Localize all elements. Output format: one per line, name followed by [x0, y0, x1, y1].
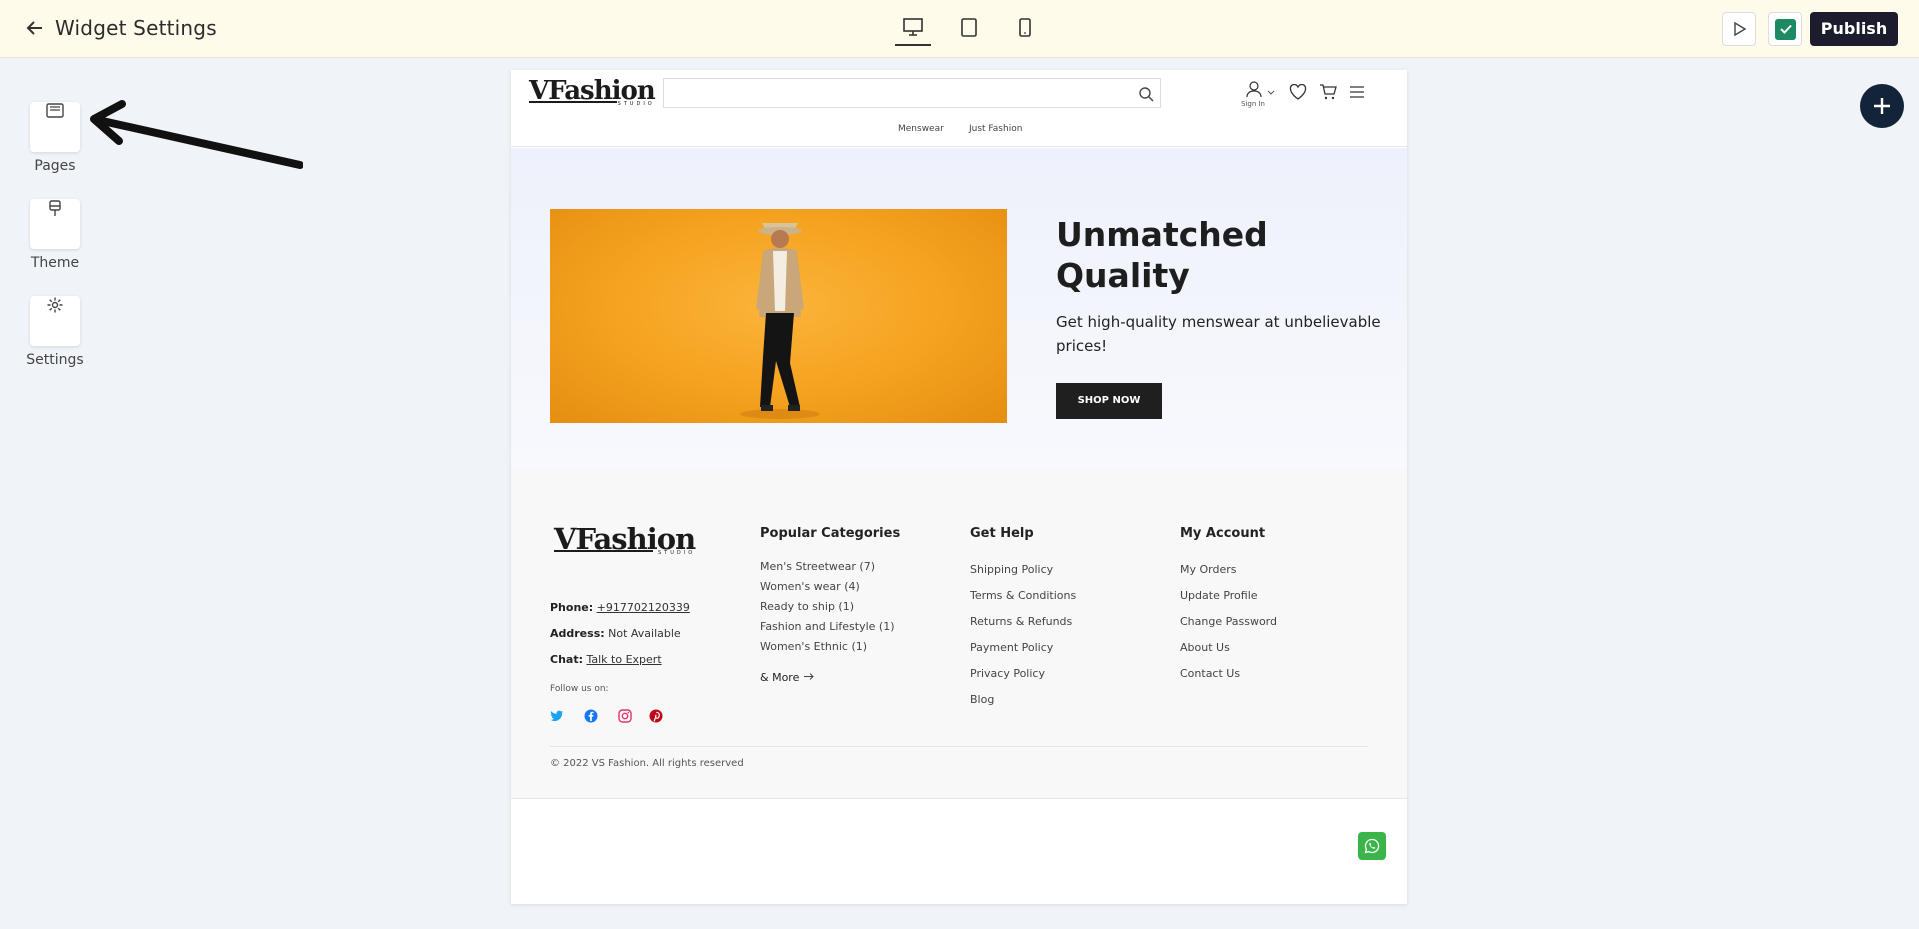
site-logo[interactable]: VFashion STUDIO [529, 78, 656, 107]
twitter-icon[interactable] [550, 709, 564, 723]
footer-link[interactable]: Women's wear (4) [760, 580, 860, 593]
annotation-arrow-icon [90, 100, 303, 169]
footer-col-title-help: Get Help [970, 526, 1034, 541]
site-preview: VFashion STUDIO Sign In Menswear Just Fa… [511, 70, 1407, 904]
hero-image [550, 209, 1007, 423]
footer-link[interactable]: Privacy Policy [970, 667, 1045, 680]
footer-link[interactable]: Terms & Conditions [970, 589, 1076, 602]
check-icon [1775, 19, 1796, 40]
footer-link[interactable]: Blog [970, 693, 994, 706]
arrow-right-icon [803, 673, 814, 680]
footer-col-title-categories: Popular Categories [760, 526, 901, 541]
hero-title: Unmatched Quality [1056, 215, 1268, 295]
search-icon [1139, 87, 1154, 102]
rail-label-theme: Theme [30, 255, 80, 271]
footer-bottom-divider [511, 798, 1407, 799]
nav-menswear[interactable]: Menswear [898, 124, 944, 134]
add-widget-button[interactable] [1860, 84, 1904, 128]
site-header: VFashion STUDIO Sign In Menswear Just Fa… [511, 70, 1407, 147]
whatsapp-icon [1364, 838, 1380, 854]
footer-link[interactable]: Payment Policy [970, 641, 1053, 654]
desktop-view-button[interactable] [895, 14, 931, 46]
footer-link[interactable]: My Orders [1180, 563, 1237, 576]
plus-icon [1874, 98, 1890, 114]
whatsapp-button[interactable] [1358, 832, 1386, 860]
footer-link[interactable]: About Us [1180, 641, 1230, 654]
mobile-view-button[interactable] [1007, 14, 1043, 46]
footer-link[interactable]: Men's Streetwear (7) [760, 560, 875, 573]
rail-item-pages[interactable]: Pages [25, 86, 85, 174]
mobile-icon [1019, 18, 1031, 37]
tablet-view-button[interactable] [951, 14, 987, 46]
search-input[interactable] [663, 78, 1161, 108]
hamburger-menu-icon[interactable] [1349, 85, 1365, 99]
footer-col-title-account: My Account [1180, 526, 1266, 541]
preview-button[interactable] [1722, 12, 1756, 46]
pinterest-icon[interactable] [649, 709, 663, 723]
follow-us-label: Follow us on: [550, 684, 609, 694]
footer-address: Address: Not Available [550, 627, 681, 640]
site-footer: VFashion STUDIO Phone: +917702120339 Add… [511, 468, 1407, 799]
user-icon[interactable] [1245, 80, 1263, 98]
footer-link[interactable]: Update Profile [1180, 589, 1258, 602]
pages-icon [46, 103, 64, 118]
footer-link[interactable]: Returns & Refunds [970, 615, 1072, 628]
footer-link[interactable]: Contact Us [1180, 667, 1240, 680]
footer-link[interactable]: Ready to ship (1) [760, 600, 854, 613]
tablet-icon [961, 18, 977, 37]
brush-icon [49, 200, 61, 216]
publish-button[interactable]: Publish [1810, 12, 1898, 46]
footer-link[interactable]: Change Password [1180, 615, 1277, 628]
footer-link[interactable]: Women's Ethnic (1) [760, 640, 867, 653]
footer-divider [550, 746, 1368, 747]
top-bar: Widget Settings Publish [0, 0, 1919, 58]
gear-icon [47, 297, 63, 313]
talk-to-expert-link[interactable]: Talk to Expert [586, 653, 661, 666]
page-title: Widget Settings [55, 16, 217, 40]
phone-link[interactable]: +917702120339 [597, 601, 690, 614]
save-button[interactable] [1768, 12, 1802, 46]
sign-in-link[interactable]: Sign In [1241, 100, 1265, 108]
play-icon [1734, 21, 1747, 37]
more-categories-link[interactable]: & More [760, 671, 815, 684]
chevron-down-icon[interactable] [1267, 90, 1275, 96]
rail-item-settings[interactable]: Settings [25, 280, 85, 368]
shop-now-button[interactable]: SHOP NOW [1056, 383, 1162, 419]
hero-subtitle: Get high-quality menswear at unbelievabl… [1056, 313, 1381, 355]
nav-just-fashion[interactable]: Just Fashion [969, 124, 1022, 134]
cart-icon[interactable] [1319, 84, 1337, 100]
rail-label-settings: Settings [26, 352, 84, 368]
desktop-icon [903, 18, 923, 36]
footer-link[interactable]: Shipping Policy [970, 563, 1053, 576]
facebook-icon[interactable] [584, 709, 598, 723]
footer-link[interactable]: Fashion and Lifestyle (1) [760, 620, 895, 633]
footer-phone: Phone: +917702120339 [550, 601, 690, 614]
hero-section: Unmatched Quality Get high-quality mensw… [511, 148, 1407, 468]
footer-logo: VFashion STUDIO [554, 522, 696, 556]
model-photo [740, 223, 820, 419]
rail-label-pages: Pages [34, 158, 76, 174]
footer-chat: Chat: Talk to Expert [550, 653, 662, 666]
instagram-icon[interactable] [618, 709, 632, 723]
copyright-text: © 2022 VS Fashion. All rights reserved [550, 758, 744, 769]
back-arrow-icon[interactable] [26, 14, 50, 42]
rail-item-theme[interactable]: Theme [25, 183, 85, 271]
heart-icon[interactable] [1289, 84, 1307, 100]
